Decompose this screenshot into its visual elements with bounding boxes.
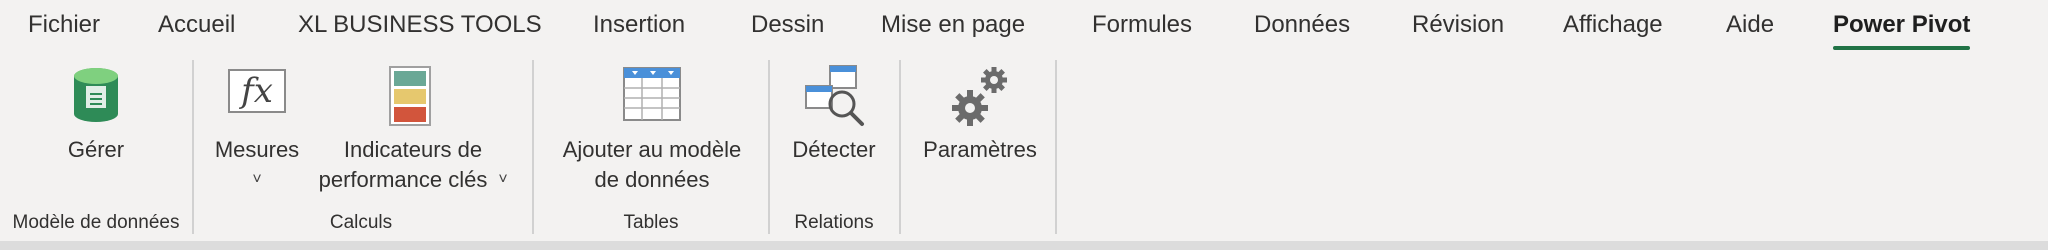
- tab-xl-business-tools[interactable]: XL BUSINESS TOOLS: [298, 10, 542, 40]
- group-label-calculs: Calculs: [329, 212, 393, 233]
- parametres-button[interactable]: Paramètres: [910, 52, 1050, 202]
- ribbon-tab-bar: Fichier Accueil XL BUSINESS TOOLS Insert…: [0, 0, 2048, 52]
- ajouter-modele-button[interactable]: Ajouter au modèle de données: [548, 52, 758, 202]
- mesures-button[interactable]: fx Mesures ˅: [205, 52, 311, 202]
- indicateurs-label-line2: performance clés: [318, 167, 488, 192]
- group-label-modele: Modèle de données: [12, 212, 180, 233]
- ajouter-label-line1: Ajouter au modèle: [562, 137, 742, 162]
- tab-power-pivot[interactable]: Power Pivot: [1833, 10, 1971, 50]
- ajouter-label-line2: de données: [594, 167, 710, 192]
- tab-accueil[interactable]: Accueil: [158, 10, 235, 40]
- chevron-down-icon: ˅: [498, 171, 508, 188]
- group-label-tables: Tables: [623, 212, 679, 233]
- ribbon-panel: Gérer Modèle de données fx Mesures ˅ Ind…: [0, 52, 2048, 242]
- gerer-button[interactable]: Gérer: [40, 52, 152, 202]
- tab-revision[interactable]: Révision: [1412, 10, 1504, 40]
- group-separator: [899, 60, 901, 234]
- svg-text:fx: fx: [238, 71, 273, 111]
- detecter-button[interactable]: Détecter: [778, 52, 890, 202]
- gerer-label: Gérer: [67, 137, 125, 162]
- kpi-icon: [389, 66, 431, 126]
- tab-donnees[interactable]: Données: [1254, 10, 1350, 40]
- detect-relations-icon: [805, 65, 864, 126]
- indicateurs-label-line1: Indicateurs de: [343, 137, 483, 162]
- indicateurs-button[interactable]: Indicateurs de performance clés ˅: [305, 52, 520, 202]
- detecter-label: Détecter: [792, 137, 876, 162]
- group-separator: [192, 60, 194, 234]
- gears-icon: [952, 67, 1007, 126]
- fx-icon: fx: [228, 69, 286, 113]
- active-tab-underline: [1833, 46, 1971, 50]
- tab-dessin[interactable]: Dessin: [751, 10, 824, 40]
- chevron-down-icon: ˅: [252, 171, 262, 188]
- group-separator: [768, 60, 770, 234]
- mesures-label: Mesures: [214, 137, 300, 162]
- parametres-label: Paramètres: [923, 137, 1037, 162]
- tab-aide[interactable]: Aide: [1726, 10, 1774, 40]
- group-separator: [1055, 60, 1057, 234]
- tab-fichier[interactable]: Fichier: [28, 10, 100, 40]
- group-separator: [532, 60, 534, 234]
- tab-power-pivot-label: Power Pivot: [1833, 11, 1971, 38]
- tab-formules[interactable]: Formules: [1092, 10, 1192, 40]
- tab-insertion[interactable]: Insertion: [593, 10, 685, 40]
- table-add-icon: [623, 67, 681, 121]
- tab-mise-en-page[interactable]: Mise en page: [881, 10, 1025, 40]
- data-model-cube-icon: [74, 68, 118, 122]
- tab-affichage[interactable]: Affichage: [1563, 10, 1663, 40]
- group-label-relations: Relations: [794, 212, 874, 233]
- ribbon-bottom-border: [0, 241, 2048, 250]
